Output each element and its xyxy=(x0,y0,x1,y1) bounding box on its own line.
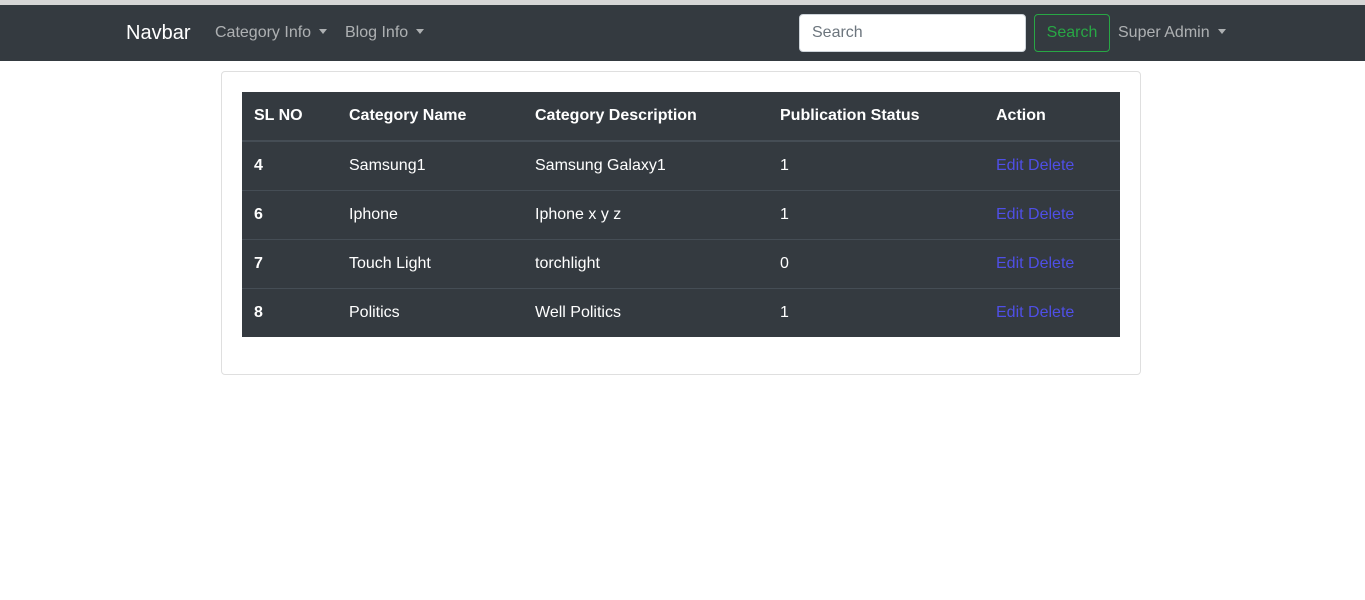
header-category-name: Category Name xyxy=(337,92,523,142)
row-category-description: Iphone x y z xyxy=(523,189,768,239)
row-category-description: Samsung Galaxy1 xyxy=(535,156,666,174)
row-category-name: Politics xyxy=(337,287,523,337)
chevron-down-icon xyxy=(416,29,425,34)
table-row: 8 Politics Well Politics 1 Edit Delete xyxy=(242,287,1120,337)
delete-link[interactable]: Delete xyxy=(1028,255,1074,272)
search-input[interactable] xyxy=(799,14,1026,52)
row-sl-no: 7 xyxy=(242,238,337,288)
header-category-description: Category Description xyxy=(523,92,768,142)
table-header-row: SL NO Category Name Category Description… xyxy=(242,92,1120,142)
table-row: 7 Touch Light torchlight 0 Edit Delete xyxy=(242,238,1120,288)
header-sl-no: SL NO xyxy=(242,92,337,142)
edit-link[interactable]: Edit xyxy=(996,255,1024,272)
category-info-dropdown[interactable]: Category Info xyxy=(215,23,328,43)
row-sl-no: 6 xyxy=(242,189,337,239)
edit-link[interactable]: Edit xyxy=(996,206,1024,223)
row-actions: Edit Delete xyxy=(984,238,1120,288)
navbar: Navbar Category Info Blog Info Search Su… xyxy=(0,5,1365,61)
blog-info-label: Blog Info xyxy=(345,24,409,41)
row-sl-no: 4 xyxy=(254,156,263,174)
row-actions: Edit Delete xyxy=(984,287,1120,337)
row-sl-no: 8 xyxy=(242,287,337,337)
blog-info-dropdown[interactable]: Blog Info xyxy=(345,23,425,43)
delete-link[interactable]: Delete xyxy=(1028,157,1074,174)
row-publication-status: 1 xyxy=(780,156,789,174)
delete-link[interactable]: Delete xyxy=(1028,304,1074,321)
user-menu-label: Super Admin xyxy=(1118,24,1210,41)
row-category-description: torchlight xyxy=(523,238,768,288)
category-card: SL NO Category Name Category Description… xyxy=(221,71,1141,375)
category-table: SL NO Category Name Category Description… xyxy=(242,92,1120,337)
edit-link[interactable]: Edit xyxy=(996,304,1024,321)
header-action: Action xyxy=(984,92,1120,142)
category-info-label: Category Info xyxy=(215,24,312,41)
row-publication-status: 0 xyxy=(768,238,984,288)
chevron-down-icon xyxy=(319,29,328,34)
table-row: 4 Samsung1 Samsung Galaxy1 1 Edit Delete xyxy=(242,141,1120,190)
navbar-brand[interactable]: Navbar xyxy=(126,21,190,45)
delete-link[interactable]: Delete xyxy=(1028,206,1074,223)
row-actions: Edit Delete xyxy=(984,141,1120,190)
row-category-description: Well Politics xyxy=(523,287,768,337)
table-row: 6 Iphone Iphone x y z 1 Edit Delete xyxy=(242,189,1120,239)
row-actions: Edit Delete xyxy=(984,189,1120,239)
chevron-down-icon xyxy=(1217,29,1226,34)
row-category-name: Iphone xyxy=(337,189,523,239)
row-publication-status: 1 xyxy=(768,287,984,337)
row-category-name: Samsung1 xyxy=(349,156,426,174)
header-publication-status: Publication Status xyxy=(768,92,984,142)
user-menu-dropdown[interactable]: Super Admin xyxy=(1118,23,1226,43)
row-category-name: Touch Light xyxy=(337,238,523,288)
search-button[interactable]: Search xyxy=(1034,14,1110,52)
edit-link[interactable]: Edit xyxy=(996,157,1024,174)
row-publication-status: 1 xyxy=(768,189,984,239)
